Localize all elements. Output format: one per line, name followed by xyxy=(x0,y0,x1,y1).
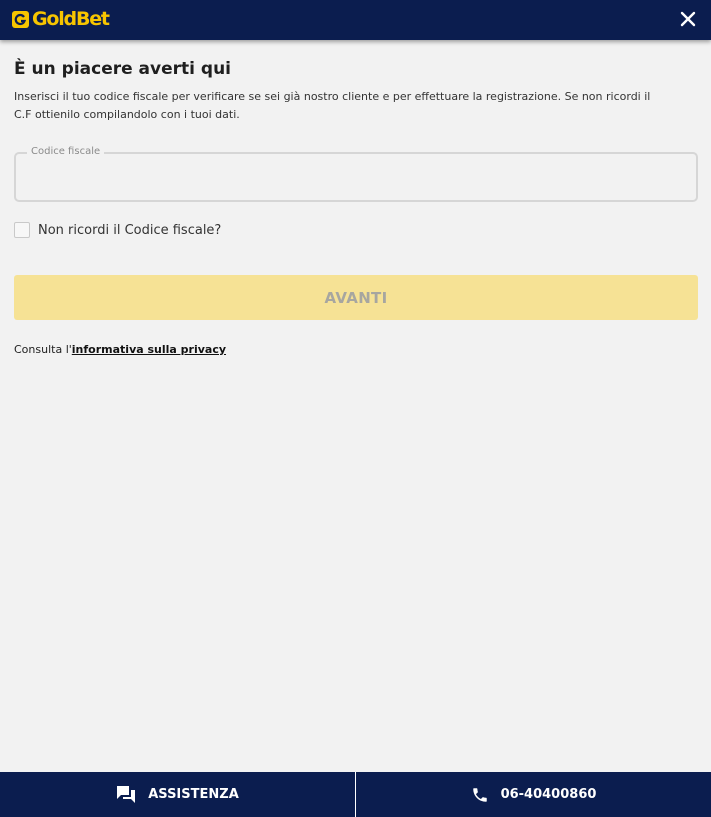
privacy-notice: Consulta l'informativa sulla privacy xyxy=(14,343,226,356)
logo-text: GoldBet xyxy=(32,8,110,30)
bottom-bar: ASSISTENZA 06-40400860 xyxy=(0,772,711,817)
forgot-codice-row[interactable]: Non ricordi il Codice fiscale? xyxy=(14,222,221,238)
top-bar: GoldBet xyxy=(0,0,711,40)
goldbet-g-icon xyxy=(12,10,29,28)
assistenza-label: ASSISTENZA xyxy=(148,787,239,802)
codice-fiscale-input[interactable] xyxy=(28,164,682,192)
forgot-codice-checkbox[interactable] xyxy=(14,222,30,238)
intro-description: Inserisci il tuo codice fiscale per veri… xyxy=(14,90,651,121)
avanti-button[interactable]: AVANTI xyxy=(14,275,698,320)
close-icon[interactable] xyxy=(679,10,697,28)
codice-fiscale-field: Codice fiscale xyxy=(14,145,698,202)
page: GoldBet È un piacere averti qui Inserisc… xyxy=(0,0,711,817)
phone-number-label: 06-40400860 xyxy=(500,787,597,802)
phone-button[interactable]: 06-40400860 xyxy=(356,772,711,817)
goldbet-logo[interactable]: GoldBet xyxy=(12,8,110,30)
registration-form: È un piacere averti qui Inserisci il tuo… xyxy=(14,56,698,356)
codice-fiscale-label: Codice fiscale xyxy=(27,145,105,159)
page-title: È un piacere averti qui xyxy=(14,59,231,79)
phone-icon xyxy=(471,786,501,804)
privacy-link[interactable]: informativa sulla privacy xyxy=(72,343,226,356)
chat-bubbles-icon xyxy=(116,785,148,804)
privacy-prefix: Consulta l' xyxy=(14,343,72,356)
assistenza-button[interactable]: ASSISTENZA xyxy=(0,772,355,817)
forgot-codice-label[interactable]: Non ricordi il Codice fiscale? xyxy=(38,223,221,238)
